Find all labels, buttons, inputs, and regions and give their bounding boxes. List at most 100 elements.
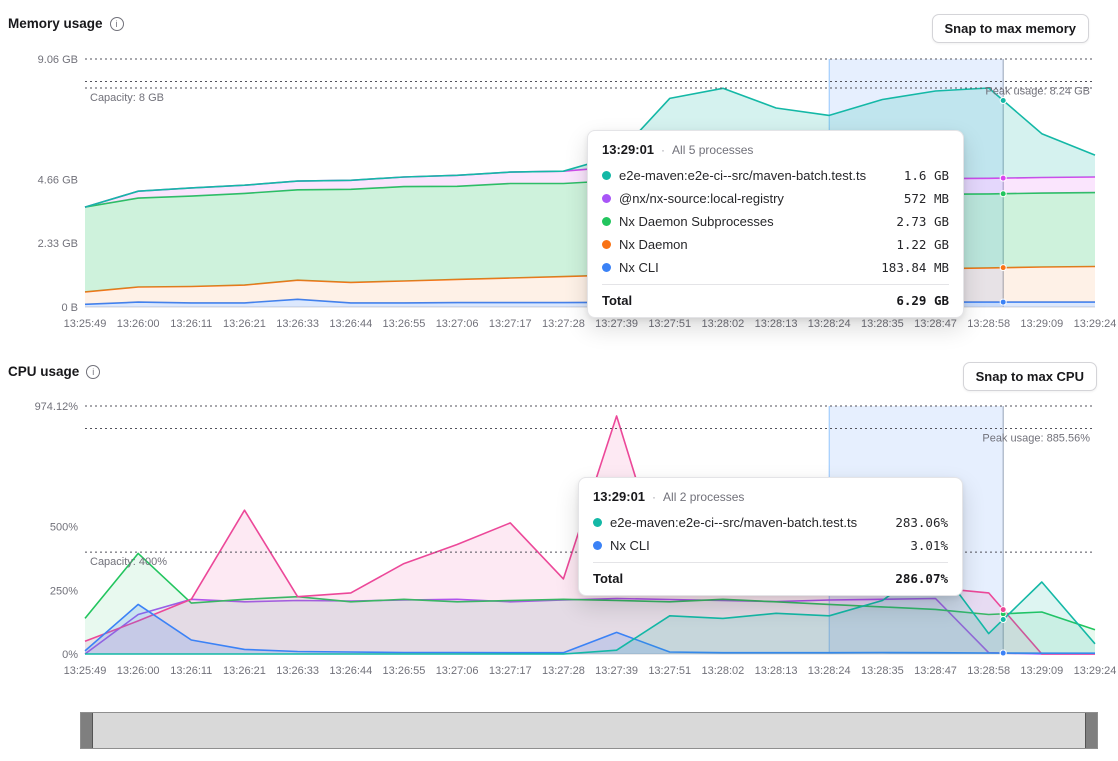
x-axis-tick-label: 13:28:58 (967, 665, 1010, 677)
series-color-dot (602, 194, 611, 203)
x-axis-tick-label: 13:29:24 (1074, 318, 1117, 330)
snap-to-max-memory-button[interactable]: Snap to max memory (932, 14, 1090, 43)
tooltip-total-label: Total (593, 571, 623, 586)
x-axis-tick-label: 13:26:11 (170, 318, 212, 330)
tooltip-header: 13:29:01 · All 5 processes (602, 142, 949, 157)
x-axis-tick-label: 13:27:28 (542, 318, 585, 330)
tooltip-series-name: @nx/nx-source:local-registry (619, 191, 896, 206)
x-axis-tick-label: 13:26:00 (117, 665, 160, 677)
info-icon[interactable]: i (110, 17, 124, 31)
tooltip-series-name: e2e-maven:e2e-ci--src/maven-batch.test.t… (610, 515, 887, 530)
snap-to-max-cpu-button[interactable]: Snap to max CPU (963, 362, 1097, 391)
tooltip-series-value: 2.73 GB (896, 214, 949, 229)
x-axis-tick-label: 13:28:35 (861, 318, 904, 330)
tooltip-total-value: 6.29 GB (896, 293, 949, 308)
x-axis-tick-label: 13:26:55 (383, 665, 426, 677)
tooltip-row: e2e-maven:e2e-ci--src/maven-batch.test.t… (602, 164, 949, 187)
x-axis-tick-label: 13:28:47 (914, 665, 957, 677)
tooltip-row: e2e-maven:e2e-ci--src/maven-batch.test.t… (593, 511, 948, 534)
info-icon[interactable]: i (86, 365, 100, 379)
x-axis-tick-label: 13:26:21 (223, 665, 266, 677)
y-axis-tick-label: 0 B (61, 302, 78, 314)
x-axis-tick-label: 13:28:24 (808, 318, 851, 330)
cursor-series-dot (1000, 175, 1006, 181)
tooltip-series-name: e2e-maven:e2e-ci--src/maven-batch.test.t… (619, 168, 896, 183)
memory-chart-title: Memory usage (8, 16, 103, 31)
scrollbar-left-handle[interactable] (81, 713, 93, 748)
y-axis-tick-label: 4.66 GB (38, 174, 78, 186)
cpu-chart-header: CPU usage i (8, 364, 100, 379)
x-axis-tick-label: 13:28:13 (755, 318, 798, 330)
tooltip-time: 13:29:01 (593, 489, 645, 504)
timeline-scrollbar[interactable] (80, 712, 1098, 749)
tooltip-series-value: 1.6 GB (904, 168, 949, 183)
tooltip-total-row: Total 6.29 GB (602, 284, 949, 308)
tooltip-row: Nx CLI183.84 MB (602, 256, 949, 279)
tooltip-time: 13:29:01 (602, 142, 654, 157)
x-axis-tick-label: 13:27:51 (648, 665, 691, 677)
threshold-label: Peak usage: 885.56% (982, 433, 1090, 445)
tooltip-series-value: 283.06% (895, 515, 948, 530)
y-axis-tick-label: 500% (50, 522, 78, 534)
x-axis-tick-label: 13:29:09 (1020, 318, 1063, 330)
series-color-dot (602, 240, 611, 249)
x-axis-tick-label: 13:28:58 (967, 318, 1010, 330)
x-axis-tick-label: 13:26:44 (329, 665, 372, 677)
x-axis-tick-label: 13:27:39 (595, 665, 638, 677)
tooltip-row: Nx Daemon Subprocesses 2.73 GB (602, 210, 949, 233)
x-axis-tick-label: 13:25:49 (64, 665, 107, 677)
tooltip-series-name: Nx CLI (619, 260, 873, 275)
x-axis-tick-label: 13:29:24 (1074, 665, 1117, 677)
cpu-chart-title: CPU usage (8, 364, 79, 379)
tooltip-total-label: Total (602, 293, 632, 308)
tooltip-subtitle: All 5 processes (672, 143, 753, 157)
x-axis-tick-label: 13:28:02 (701, 318, 744, 330)
y-axis-tick-label: 250% (50, 585, 78, 597)
cursor-series-dot (1000, 650, 1006, 656)
cpu-tooltip: 13:29:01 · All 2 processes e2e-maven:e2e… (578, 477, 963, 596)
tooltip-rows: e2e-maven:e2e-ci--src/maven-batch.test.t… (593, 511, 948, 557)
tooltip-rows: e2e-maven:e2e-ci--src/maven-batch.test.t… (602, 164, 949, 279)
process-profile-dashboard: Memory usage i Snap to max memory 9.06 G… (0, 0, 1118, 761)
x-axis-tick-label: 13:26:11 (170, 665, 212, 677)
scrollbar-track[interactable] (93, 713, 1085, 748)
x-axis-tick-label: 13:29:09 (1020, 665, 1063, 677)
x-axis-tick-label: 13:28:13 (755, 665, 798, 677)
y-axis-tick-label: 9.06 GB (38, 54, 78, 66)
tooltip-separator: · (661, 143, 665, 157)
cursor-series-dot (1000, 299, 1006, 305)
x-axis-tick-label: 13:27:17 (489, 318, 532, 330)
scrollbar-right-handle[interactable] (1085, 713, 1097, 748)
cursor-series-dot (1000, 265, 1006, 271)
x-axis-tick-label: 13:26:55 (383, 318, 426, 330)
tooltip-series-name: Nx Daemon (619, 237, 888, 252)
threshold-label: Capacity: 8 GB (90, 92, 164, 104)
x-axis-tick-label: 13:26:33 (276, 318, 319, 330)
x-axis-tick-label: 13:27:17 (489, 665, 532, 677)
cursor-series-dot (1000, 617, 1006, 623)
threshold-label: Capacity: 400% (90, 556, 167, 568)
x-axis-tick-label: 13:27:06 (436, 665, 479, 677)
x-axis-tick-label: 13:27:06 (436, 318, 479, 330)
x-axis-tick-label: 13:27:39 (595, 318, 638, 330)
tooltip-row: Nx CLI 3.01% (593, 534, 948, 557)
tooltip-series-name: Nx CLI (610, 538, 902, 553)
series-color-dot (602, 171, 611, 180)
memory-tooltip: 13:29:01 · All 5 processes e2e-maven:e2e… (587, 130, 964, 318)
cursor-series-dot (1000, 607, 1006, 613)
x-axis-tick-label: 13:28:47 (914, 318, 957, 330)
x-axis-tick-label: 13:28:02 (701, 665, 744, 677)
x-axis-tick-label: 13:28:24 (808, 665, 851, 677)
tooltip-series-value: 1.22 GB (896, 237, 949, 252)
series-color-dot (593, 541, 602, 550)
tooltip-header: 13:29:01 · All 2 processes (593, 489, 948, 504)
tooltip-row: @nx/nx-source:local-registry572 MB (602, 187, 949, 210)
x-axis-tick-label: 13:26:21 (223, 318, 266, 330)
tooltip-series-value: 3.01% (910, 538, 948, 553)
tooltip-series-name: Nx Daemon Subprocesses (619, 214, 888, 229)
x-axis-tick-label: 13:26:33 (276, 665, 319, 677)
y-axis-tick-label: 974.12% (35, 401, 79, 413)
series-color-dot (593, 518, 602, 527)
x-axis-tick-label: 13:27:28 (542, 665, 585, 677)
tooltip-subtitle: All 2 processes (663, 490, 744, 504)
